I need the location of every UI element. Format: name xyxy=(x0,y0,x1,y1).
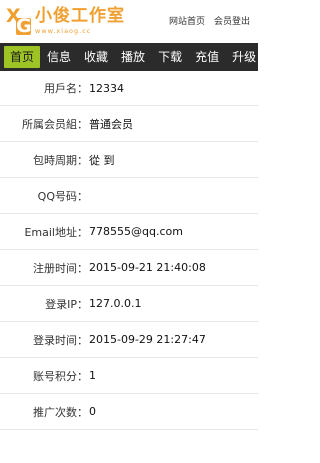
profile-value: 1 xyxy=(89,369,96,382)
site-logo[interactable]: X G 小俊工作室 www.xiaog.cc xyxy=(6,6,125,37)
nav-item-upgrade[interactable]: 升级 xyxy=(226,46,258,68)
nav-item-home[interactable]: 首页 xyxy=(4,46,41,68)
logo-mark-icon: X G xyxy=(6,6,32,37)
profile-label: 账号积分： xyxy=(33,369,88,383)
profile-row-points: 账号积分： 1 xyxy=(0,358,258,394)
profile-row-referrals: 推广次数： 0 xyxy=(0,394,258,430)
profile-label: 注册时间： xyxy=(33,261,88,275)
nav-item-play[interactable]: 播放 xyxy=(115,46,151,68)
profile-label: 推广次数： xyxy=(33,405,88,419)
profile-row-login-time: 登录时间： 2015-09-29 21:27:47 xyxy=(0,322,258,358)
main-nav: 首页 信息 收藏 播放 下载 充值 升级 xyxy=(0,43,258,71)
profile-label: 登录时间： xyxy=(33,333,88,347)
header: X G 小俊工作室 www.xiaog.cc 网站首页 会员登出 xyxy=(0,0,258,43)
profile-row-username: 用戶名： 12334 xyxy=(0,71,258,106)
site-home-link[interactable]: 网站首页 xyxy=(169,14,205,27)
nav-item-recharge[interactable]: 充值 xyxy=(189,46,225,68)
logo-text: 小俊工作室 www.xiaog.cc xyxy=(35,8,125,35)
profile-label: 用戶名： xyxy=(44,82,88,95)
nav-item-download[interactable]: 下载 xyxy=(152,46,188,68)
profile-row-email: Email地址： 778555@qq.com xyxy=(0,214,258,250)
top-links: 网站首页 会员登出 xyxy=(169,14,250,27)
profile-value: 普通会员 xyxy=(89,117,133,131)
profile-value: 778555@qq.com xyxy=(89,225,183,238)
logo-mark-g: G xyxy=(16,14,32,37)
profile-value: 12334 xyxy=(89,81,124,95)
profile-label: Email地址： xyxy=(24,225,88,239)
profile-value: 0 xyxy=(89,405,96,418)
profile-row-qq: QQ号码： xyxy=(0,178,258,214)
profile-label: 登录IP： xyxy=(45,297,88,311)
nav-item-favorites[interactable]: 收藏 xyxy=(78,46,114,68)
logout-link[interactable]: 会员登出 xyxy=(214,14,250,27)
member-page: X G 小俊工作室 www.xiaog.cc 网站首页 会员登出 首页 信息 收… xyxy=(0,0,258,463)
profile-list: 用戶名： 12334 所属会员組： 普通会员 包時周期： 從 到 QQ号码： E… xyxy=(0,71,258,430)
profile-value: 127.0.0.1 xyxy=(89,297,142,310)
profile-label: QQ号码： xyxy=(37,189,88,203)
profile-row-login-ip: 登录IP： 127.0.0.1 xyxy=(0,286,258,322)
profile-row-period: 包時周期： 從 到 xyxy=(0,142,258,178)
profile-value: 2015-09-29 21:27:47 xyxy=(89,333,206,346)
logo-url: www.xiaog.cc xyxy=(35,27,92,36)
logo-title: 小俊工作室 xyxy=(35,6,125,27)
profile-value: 從 到 xyxy=(89,153,115,167)
profile-label: 所属会员組： xyxy=(22,117,88,131)
profile-label: 包時周期： xyxy=(33,153,88,167)
profile-row-register-time: 注册时间： 2015-09-21 21:40:08 xyxy=(0,250,258,286)
nav-item-info[interactable]: 信息 xyxy=(41,46,77,68)
profile-row-member-group: 所属会员組： 普通会员 xyxy=(0,106,258,142)
profile-value: 2015-09-21 21:40:08 xyxy=(89,261,206,274)
